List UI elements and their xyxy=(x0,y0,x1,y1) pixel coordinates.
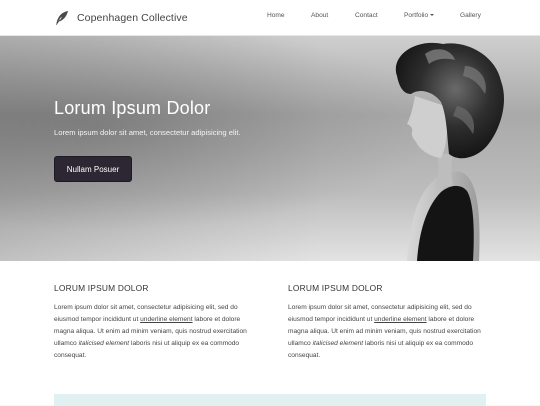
nav-portfolio-label: Portfolio xyxy=(404,12,429,19)
hero-banner: Lorum Ipsum Dolor Lorem ipsum dolor sit … xyxy=(0,36,540,261)
hero-portrait-image xyxy=(395,42,504,261)
italic-text: italicised element xyxy=(312,340,364,347)
column-title: LORUM IPSUM DOLOR xyxy=(54,283,149,293)
underline-link[interactable]: underline element xyxy=(374,316,426,323)
site-header: Copenhagen Collective Home About Contact… xyxy=(0,0,540,36)
content-section: LORUM IPSUM DOLOR Lorem ipsum dolor sit … xyxy=(0,261,540,406)
nav-gallery[interactable]: Gallery xyxy=(460,12,481,19)
column-text: Lorem ipsum dolor sit amet, consectetur … xyxy=(288,304,481,359)
nav-home[interactable]: Home xyxy=(267,12,285,19)
content-column-left: LORUM IPSUM DOLOR Lorem ipsum dolor sit … xyxy=(54,283,254,362)
hero-subtitle: Lorem ipsum dolor sit amet, consectetur … xyxy=(54,128,241,137)
column-text: Lorem ipsum dolor sit amet, consectetur … xyxy=(54,304,247,359)
chevron-down-icon xyxy=(430,14,435,17)
underline-link[interactable]: underline element xyxy=(140,316,192,323)
nav-portfolio[interactable]: Portfolio xyxy=(404,12,435,19)
nav-contact[interactable]: Contact xyxy=(355,12,378,19)
italic-text: italicised element xyxy=(78,340,130,347)
hero-title: Lorum Ipsum Dolor xyxy=(54,98,211,118)
content-column-right: LORUM IPSUM DOLOR Lorem ipsum dolor sit … xyxy=(288,283,488,362)
info-banner xyxy=(54,394,486,406)
nav-about[interactable]: About xyxy=(311,12,328,19)
main-nav: Home About Contact Portfolio Gallery xyxy=(0,0,540,36)
hero-cta-button[interactable]: Nullam Posuer xyxy=(54,156,132,182)
column-title: LORUM IPSUM DOLOR xyxy=(288,283,383,293)
